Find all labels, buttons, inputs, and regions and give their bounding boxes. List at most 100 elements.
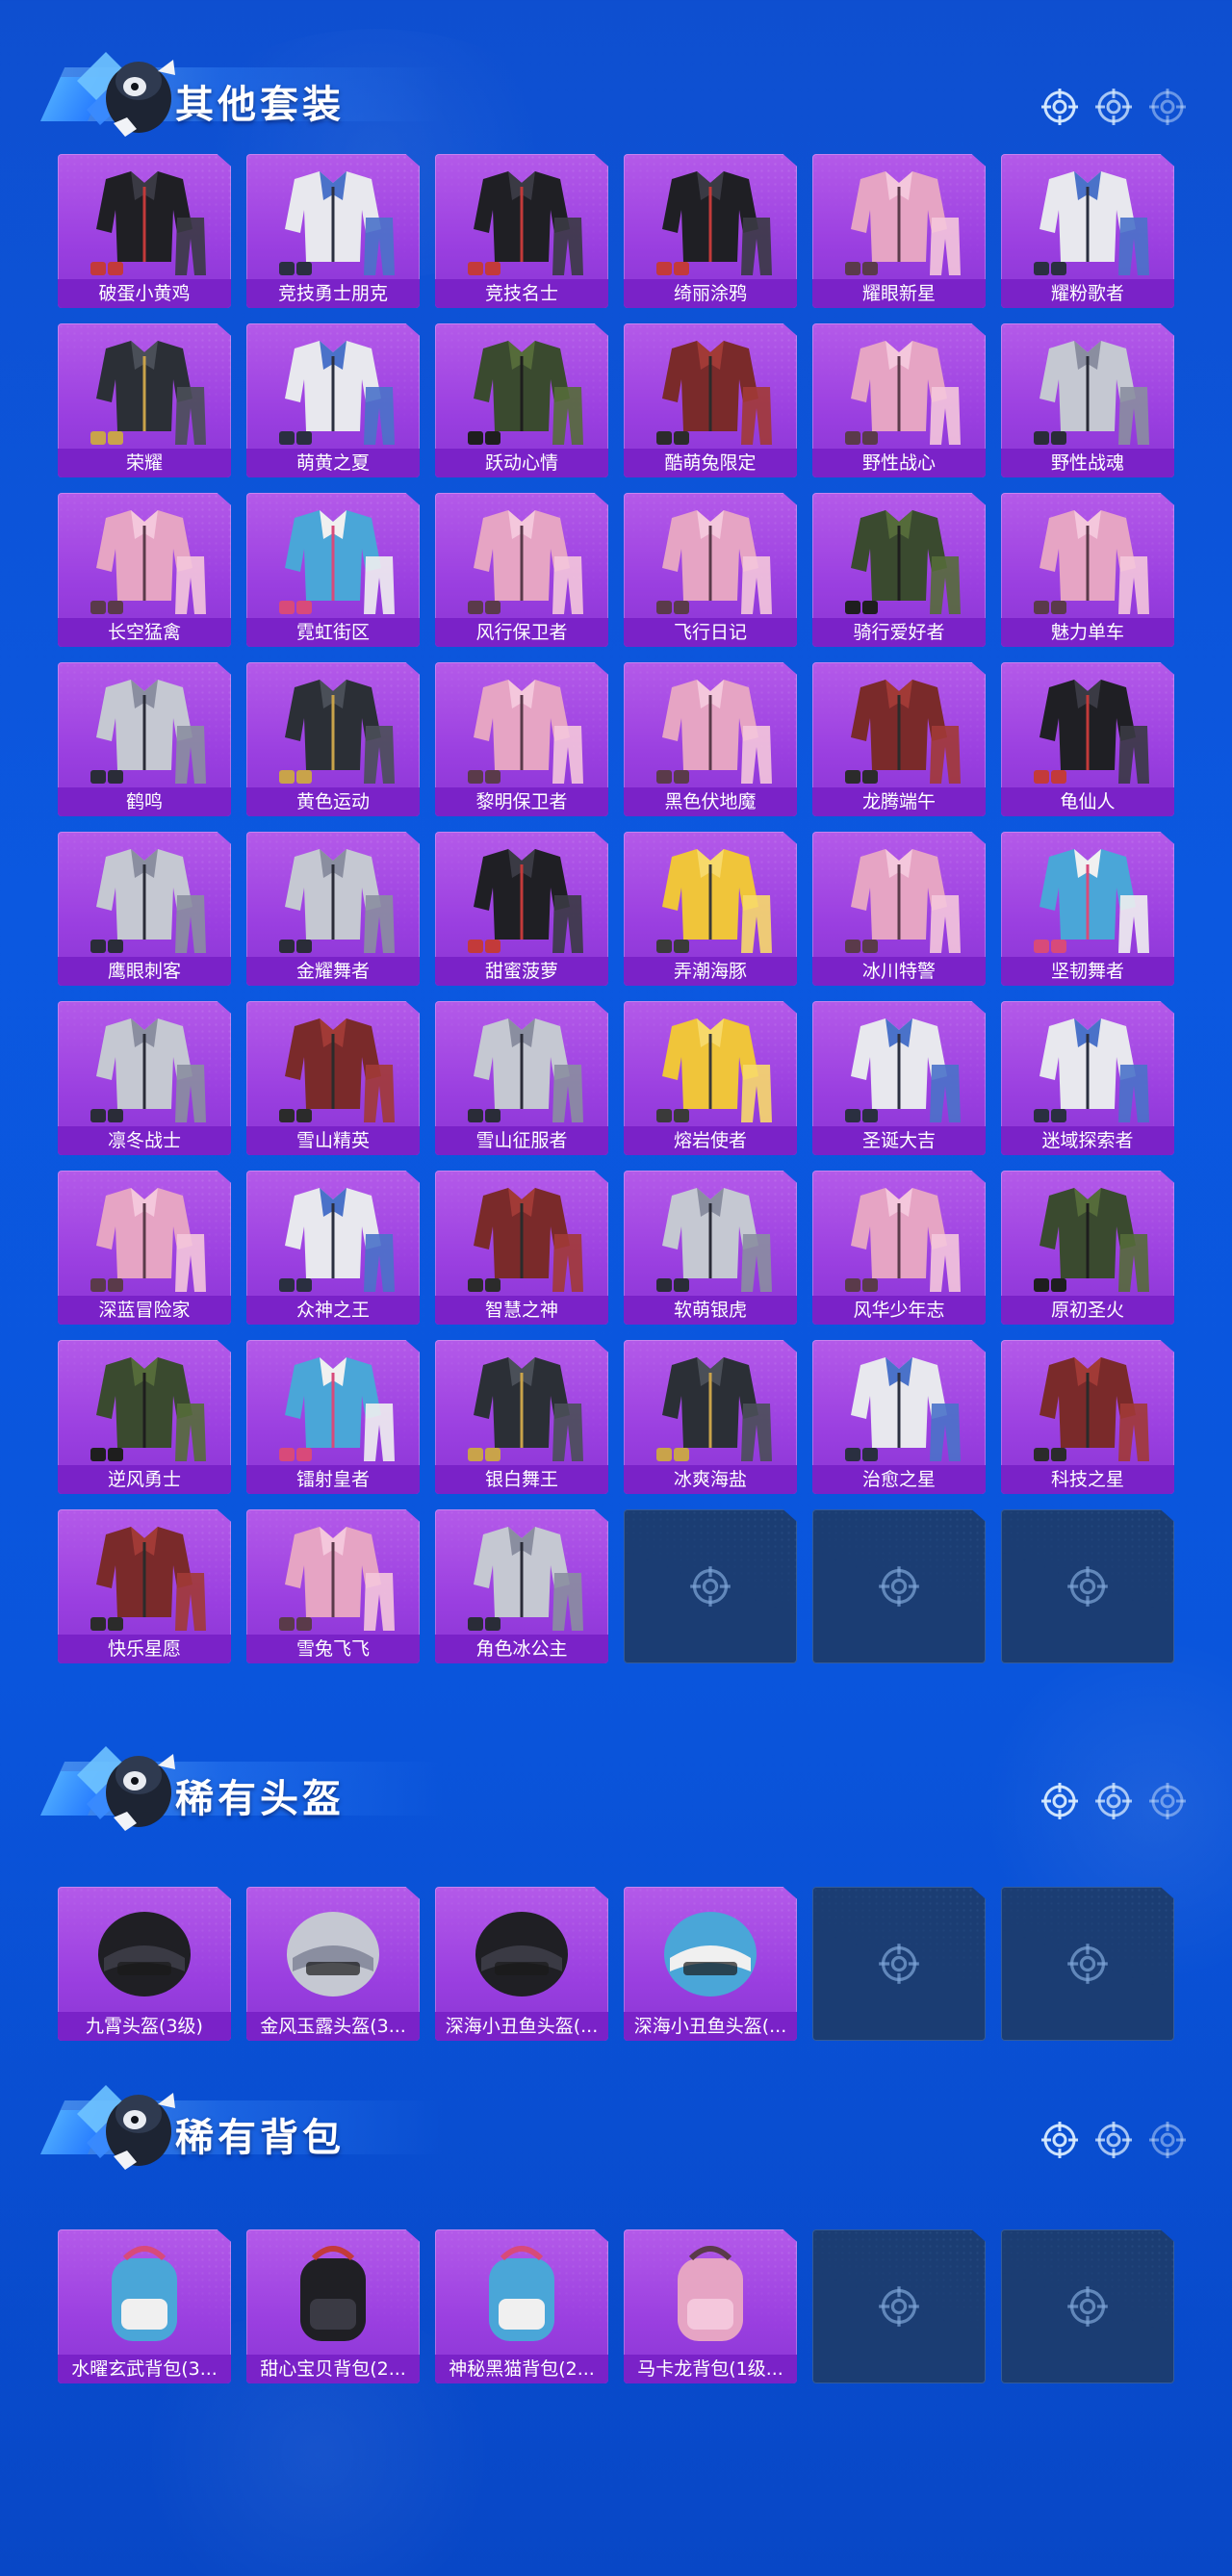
- item-card[interactable]: 骑行爱好者: [812, 493, 986, 647]
- item-card[interactable]: 快乐星愿: [58, 1509, 231, 1663]
- item-card[interactable]: 深海小丑鱼头盔(...: [624, 1887, 797, 2041]
- item-card[interactable]: 智慧之神: [435, 1171, 608, 1325]
- camo-jacket-icon: [90, 510, 206, 614]
- crosshair-icon: [879, 2286, 919, 2327]
- item-card[interactable]: 飞行日记: [624, 493, 797, 647]
- item-label: 魅力单车: [1001, 618, 1174, 647]
- item-label: 荣耀: [58, 449, 231, 477]
- armor-icon: [90, 1357, 206, 1461]
- item-card[interactable]: 深海小丑鱼头盔(...: [435, 1887, 608, 2041]
- item-label: 耀眼新星: [812, 279, 986, 308]
- dark-jacket-icon: [656, 171, 772, 275]
- item-card[interactable]: 甜蜜菠萝: [435, 832, 608, 986]
- item-card[interactable]: 鹤鸣: [58, 662, 231, 816]
- item-card[interactable]: 原初圣火: [1001, 1171, 1174, 1325]
- item-card[interactable]: 水曜玄武背包(3...: [58, 2229, 231, 2383]
- item-card[interactable]: 迷域探索者: [1001, 1001, 1174, 1155]
- item-card[interactable]: 魅力单车: [1001, 493, 1174, 647]
- god-king-icon: [279, 1188, 395, 1292]
- item-card[interactable]: 雪山精英: [246, 1001, 420, 1155]
- item-card[interactable]: 野性战心: [812, 323, 986, 477]
- item-card[interactable]: 甜心宝贝背包(2...: [246, 2229, 420, 2383]
- item-card[interactable]: 龙腾端午: [812, 662, 986, 816]
- section-header: 稀有头盔: [29, 1733, 1222, 1839]
- item-card[interactable]: 破蛋小黄鸡: [58, 154, 231, 308]
- item-card[interactable]: 马卡龙背包(1级...: [624, 2229, 797, 2383]
- item-card[interactable]: 治愈之星: [812, 1340, 986, 1494]
- item-card[interactable]: 耀眼新星: [812, 154, 986, 308]
- item-card[interactable]: 弄潮海豚: [624, 832, 797, 986]
- item-label: 甜心宝贝背包(2...: [246, 2355, 420, 2383]
- deep-blue-icon: [90, 1188, 206, 1292]
- item-label: 霓虹街区: [246, 618, 420, 647]
- item-card[interactable]: 风华少年志: [812, 1171, 986, 1325]
- red-dragon-icon: [845, 680, 961, 784]
- explorer-icon: [1034, 1018, 1149, 1122]
- item-card[interactable]: 众神之王: [246, 1171, 420, 1325]
- mascot-icon: [77, 1746, 175, 1831]
- item-card[interactable]: 雪山征服者: [435, 1001, 608, 1155]
- macaron-backpack-icon: [678, 2246, 743, 2341]
- black-leather-jacket-icon: [90, 341, 206, 445]
- item-card[interactable]: 角色冰公主: [435, 1509, 608, 1663]
- youth-uniform-icon: [845, 1188, 961, 1292]
- item-card[interactable]: 黑色伏地魔: [624, 662, 797, 816]
- item-card[interactable]: 软萌银虎: [624, 1171, 797, 1325]
- item-label: 金风玉露头盔(3...: [246, 2012, 420, 2041]
- section-title: 其他套装: [175, 83, 345, 127]
- item-card[interactable]: 银白舞王: [435, 1340, 608, 1494]
- crosshair-icon: [1041, 1783, 1078, 1819]
- item-card[interactable]: 雪兔飞飞: [246, 1509, 420, 1663]
- item-card[interactable]: 神秘黑猫背包(2...: [435, 2229, 608, 2383]
- item-card[interactable]: 酷萌兔限定: [624, 323, 797, 477]
- item-card[interactable]: 霓虹街区: [246, 493, 420, 647]
- header-icons: [1040, 1781, 1188, 1821]
- item-card[interactable]: 熔岩使者: [624, 1001, 797, 1155]
- item-label: 竞技名士: [435, 279, 608, 308]
- item-card[interactable]: 凛冬战士: [58, 1001, 231, 1155]
- item-card[interactable]: 跃动心情: [435, 323, 608, 477]
- item-card[interactable]: 竞技勇士朋克: [246, 154, 420, 308]
- empty-slot: [812, 2229, 986, 2383]
- item-card[interactable]: 鹰眼刺客: [58, 832, 231, 986]
- item-card[interactable]: 萌黄之夏: [246, 323, 420, 477]
- item-card[interactable]: 长空猛禽: [58, 493, 231, 647]
- empty-slot: [1001, 1509, 1174, 1663]
- item-card[interactable]: 深蓝冒险家: [58, 1171, 231, 1325]
- item-card[interactable]: 耀粉歌者: [1001, 154, 1174, 308]
- item-label: 快乐星愿: [58, 1635, 231, 1663]
- item-card[interactable]: 镭射皇者: [246, 1340, 420, 1494]
- item-card[interactable]: 圣诞大吉: [812, 1001, 986, 1155]
- item-label: 智慧之神: [435, 1296, 608, 1325]
- item-label: 治愈之星: [812, 1465, 986, 1494]
- crosshair-icon: [1149, 89, 1186, 125]
- item-label: 逆风勇士: [58, 1465, 231, 1494]
- black-trench-icon: [468, 510, 583, 614]
- item-card[interactable]: 坚韧舞者: [1001, 832, 1174, 986]
- item-card[interactable]: 黎明保卫者: [435, 662, 608, 816]
- item-card[interactable]: 科技之星: [1001, 1340, 1174, 1494]
- item-label: 长空猛禽: [58, 618, 231, 647]
- gold-dancer-icon: [279, 849, 395, 953]
- item-card[interactable]: 黄色运动: [246, 662, 420, 816]
- item-label: 马卡龙背包(1级...: [624, 2355, 797, 2383]
- item-card[interactable]: 风行保卫者: [435, 493, 608, 647]
- item-card[interactable]: 野性战魂: [1001, 323, 1174, 477]
- item-card[interactable]: 九霄头盔(3级): [58, 1887, 231, 2041]
- item-card[interactable]: 冰川特警: [812, 832, 986, 986]
- item-label: 深海小丑鱼头盔(...: [435, 2012, 608, 2041]
- black-hoodie-icon: [656, 680, 772, 784]
- item-label: 飞行日记: [624, 618, 797, 647]
- item-card[interactable]: 荣耀: [58, 323, 231, 477]
- item-label: 风华少年志: [812, 1296, 986, 1325]
- item-label: 雪山精英: [246, 1126, 420, 1155]
- green-coat-icon: [279, 1018, 395, 1122]
- item-card[interactable]: 竞技名士: [435, 154, 608, 308]
- item-card[interactable]: 金耀舞者: [246, 832, 420, 986]
- item-card[interactable]: 逆风勇士: [58, 1340, 231, 1494]
- item-card[interactable]: 绮丽涂鸦: [624, 154, 797, 308]
- item-card[interactable]: 冰爽海盐: [624, 1340, 797, 1494]
- item-label: 龙腾端午: [812, 787, 986, 816]
- item-card[interactable]: 金风玉露头盔(3...: [246, 1887, 420, 2041]
- item-card[interactable]: 龟仙人: [1001, 662, 1174, 816]
